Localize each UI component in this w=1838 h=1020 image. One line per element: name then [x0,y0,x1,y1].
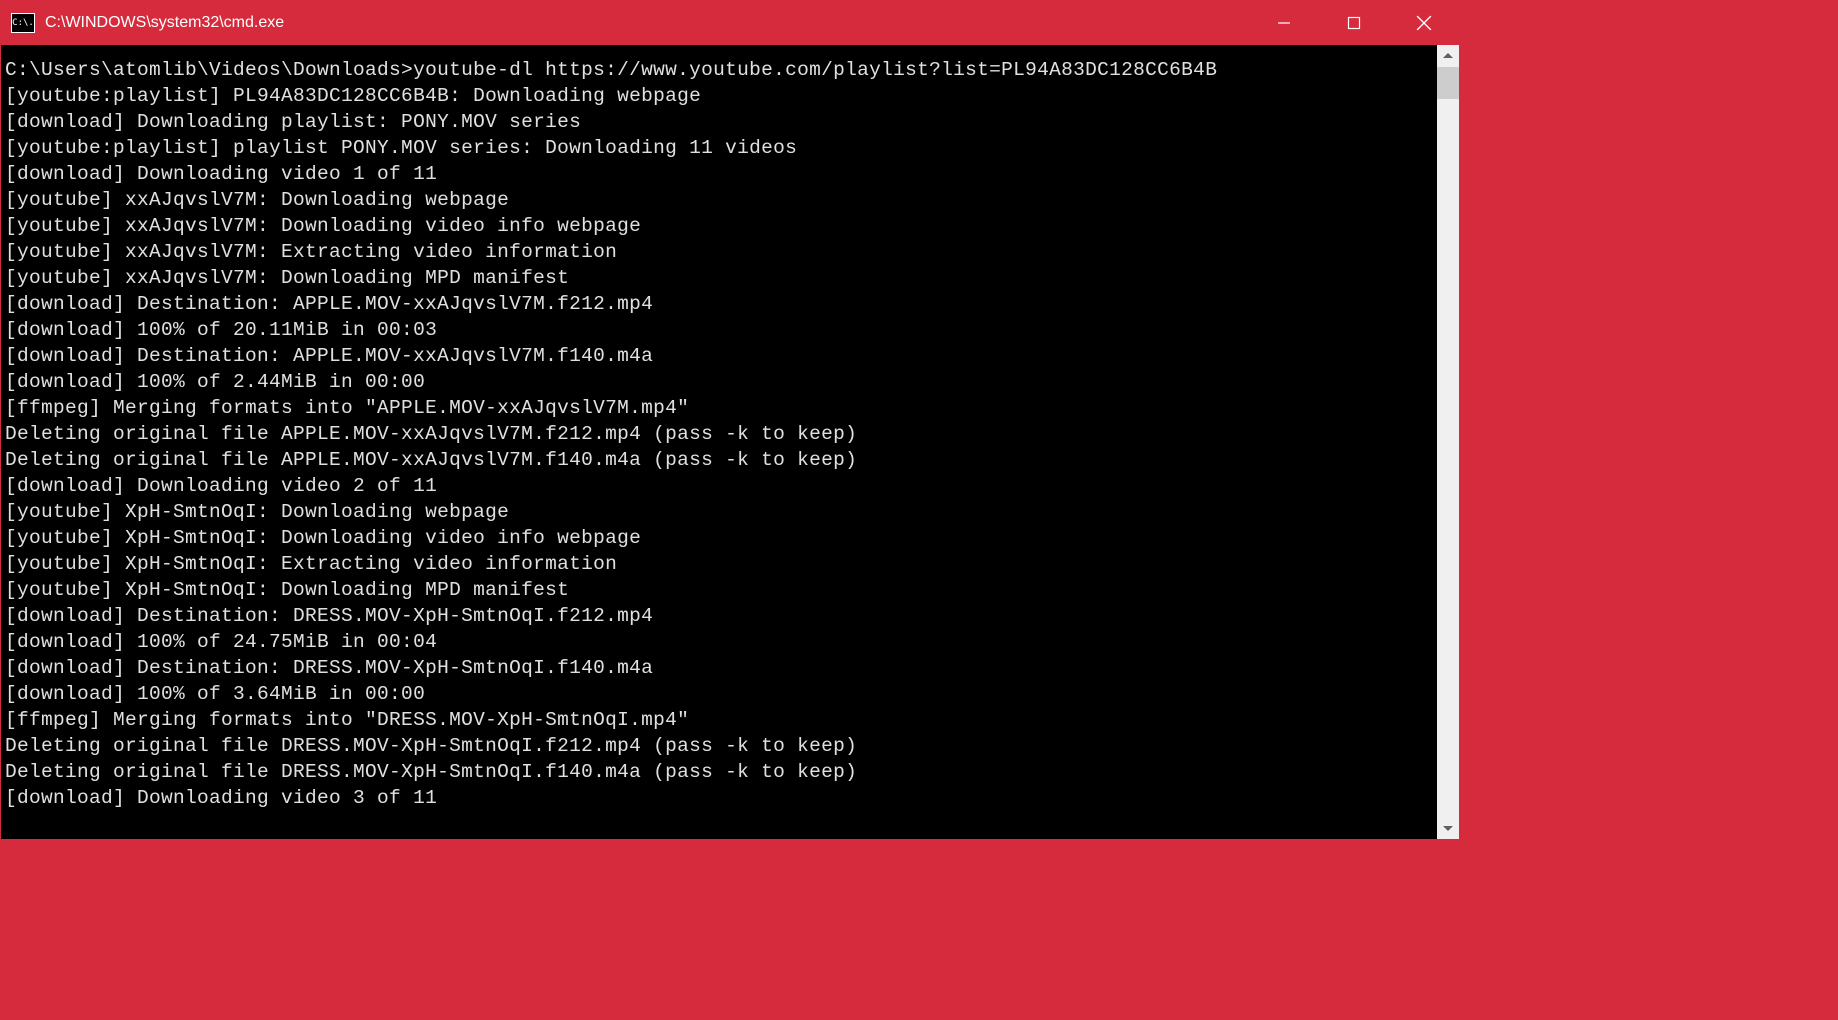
terminal-line: [download] Destination: APPLE.MOV-xxAJqv… [5,343,1433,369]
terminal-line: C:\Users\atomlib\Videos\Downloads>youtub… [5,57,1433,83]
terminal-line: [youtube] XpH-SmtnOqI: Extracting video … [5,551,1433,577]
scroll-up-button[interactable] [1437,45,1459,67]
vertical-scrollbar[interactable] [1437,45,1459,839]
scroll-down-button[interactable] [1437,817,1459,839]
terminal-line: [download] Downloading playlist: PONY.MO… [5,109,1433,135]
chevron-down-icon [1443,825,1453,831]
terminal-line: [download] Downloading video 2 of 11 [5,473,1433,499]
scroll-thumb[interactable] [1437,67,1459,99]
terminal-area: C:\Users\atomlib\Videos\Downloads>youtub… [1,45,1459,839]
terminal-line: [download] 100% of 3.64MiB in 00:00 [5,681,1433,707]
cmd-window: C:\. C:\WINDOWS\system32\cmd.exe [0,0,1460,840]
terminal-line: [youtube] xxAJqvslV7M: Downloading MPD m… [5,265,1433,291]
terminal-line: [download] Destination: DRESS.MOV-XpH-Sm… [5,603,1433,629]
terminal-line: [download] Downloading video 3 of 11 [5,785,1433,811]
cmd-icon-text: C:\. [12,18,34,28]
maximize-button[interactable] [1319,1,1389,45]
terminal-line: Deleting original file APPLE.MOV-xxAJqvs… [5,421,1433,447]
terminal-line: [youtube:playlist] playlist PONY.MOV ser… [5,135,1433,161]
terminal-line: [download] 100% of 24.75MiB in 00:04 [5,629,1433,655]
terminal-line: [youtube] xxAJqvslV7M: Extracting video … [5,239,1433,265]
scroll-track[interactable] [1437,67,1459,817]
terminal-line: [youtube] XpH-SmtnOqI: Downloading video… [5,525,1433,551]
chevron-up-icon [1443,53,1453,59]
terminal-line: [download] Downloading video 1 of 11 [5,161,1433,187]
terminal-line: [youtube] XpH-SmtnOqI: Downloading MPD m… [5,577,1433,603]
minimize-icon [1277,16,1291,30]
terminal-line: [youtube] xxAJqvslV7M: Downloading webpa… [5,187,1433,213]
close-button[interactable] [1389,1,1459,45]
terminal-line: [download] Destination: DRESS.MOV-XpH-Sm… [5,655,1433,681]
minimize-button[interactable] [1249,1,1319,45]
terminal-line: [youtube] xxAJqvslV7M: Downloading video… [5,213,1433,239]
window-controls [1249,1,1459,45]
terminal-line: [ffmpeg] Merging formats into "DRESS.MOV… [5,707,1433,733]
window-title: C:\WINDOWS\system32\cmd.exe [45,14,1249,32]
close-icon [1416,15,1432,31]
cmd-icon: C:\. [11,13,35,33]
terminal-line: Deleting original file APPLE.MOV-xxAJqvs… [5,447,1433,473]
terminal-line: [download] 100% of 2.44MiB in 00:00 [5,369,1433,395]
maximize-icon [1347,16,1361,30]
terminal-output[interactable]: C:\Users\atomlib\Videos\Downloads>youtub… [1,45,1437,839]
terminal-line: [download] 100% of 20.11MiB in 00:03 [5,317,1433,343]
terminal-line: [youtube] XpH-SmtnOqI: Downloading webpa… [5,499,1433,525]
terminal-line: [download] Destination: APPLE.MOV-xxAJqv… [5,291,1433,317]
terminal-line: [ffmpeg] Merging formats into "APPLE.MOV… [5,395,1433,421]
terminal-line: Deleting original file DRESS.MOV-XpH-Smt… [5,733,1433,759]
terminal-line: [youtube:playlist] PL94A83DC128CC6B4B: D… [5,83,1433,109]
title-bar[interactable]: C:\. C:\WINDOWS\system32\cmd.exe [1,1,1459,45]
terminal-line: Deleting original file DRESS.MOV-XpH-Smt… [5,759,1433,785]
